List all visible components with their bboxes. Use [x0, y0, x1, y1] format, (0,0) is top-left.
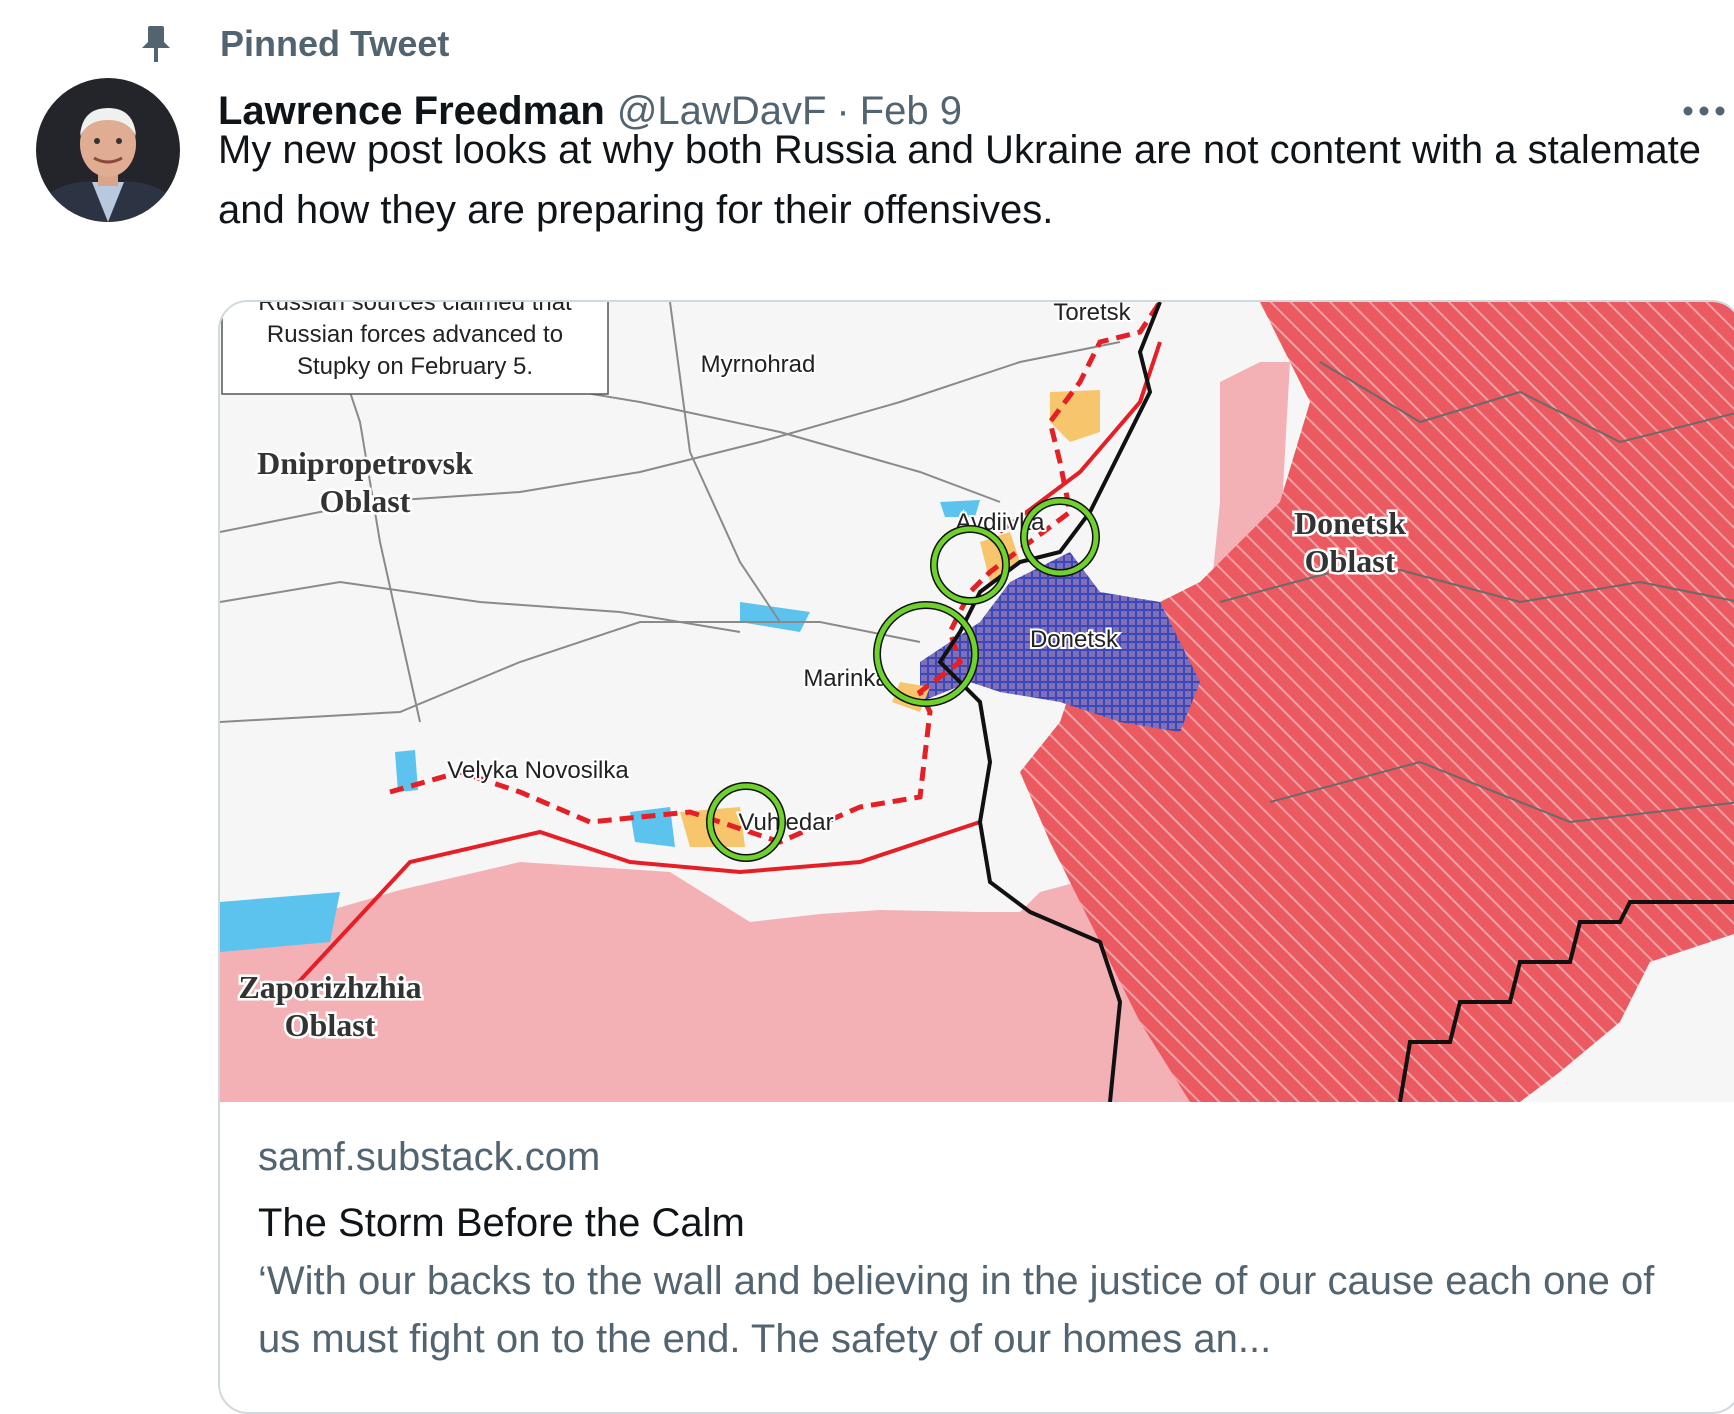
card-title: The Storm Before the Calm [258, 1201, 745, 1245]
pin-icon [136, 24, 176, 64]
city-toretsk: Toretsk [1053, 302, 1131, 326]
city-velyka: Velyka Novosilka [447, 757, 629, 784]
card-domain: samf.substack.com [258, 1135, 601, 1179]
label-zapo-1: Zaporizhzhia [238, 969, 421, 1005]
pinned-indicator: Pinned Tweet [136, 22, 449, 66]
city-vuhledar: Vuhledar [738, 809, 833, 836]
map-image: Russian sources claimed that Russian for… [220, 302, 1734, 1103]
label-dnipro-2: Oblast [320, 483, 411, 519]
callout-line1: Russian sources claimed that [258, 302, 572, 316]
label-zapo-2: Oblast [285, 1007, 376, 1043]
callout-line2: Russian forces advanced to [267, 321, 563, 348]
avatar[interactable] [36, 78, 180, 222]
pinned-label: Pinned Tweet [220, 23, 450, 64]
city-donetsk: Donetsk [1030, 626, 1119, 653]
city-myrnohrad: Myrnohrad [701, 351, 816, 378]
tweet-text: My new post looks at why both Russia and… [218, 128, 1701, 232]
label-donetsk-2: Oblast [1305, 543, 1396, 579]
label-dnipro-1: Dnipropetrovsk [257, 445, 473, 481]
callout-line3: Stupky on February 5. [297, 353, 533, 380]
card-footer: samf.substack.com The Storm Before the C… [258, 1132, 1698, 1368]
label-donetsk-1: Donetsk [1294, 505, 1406, 541]
card-description: ‘With our backs to the wall and believin… [258, 1259, 1655, 1361]
link-card[interactable]: Russian sources claimed that Russian for… [218, 300, 1734, 1414]
